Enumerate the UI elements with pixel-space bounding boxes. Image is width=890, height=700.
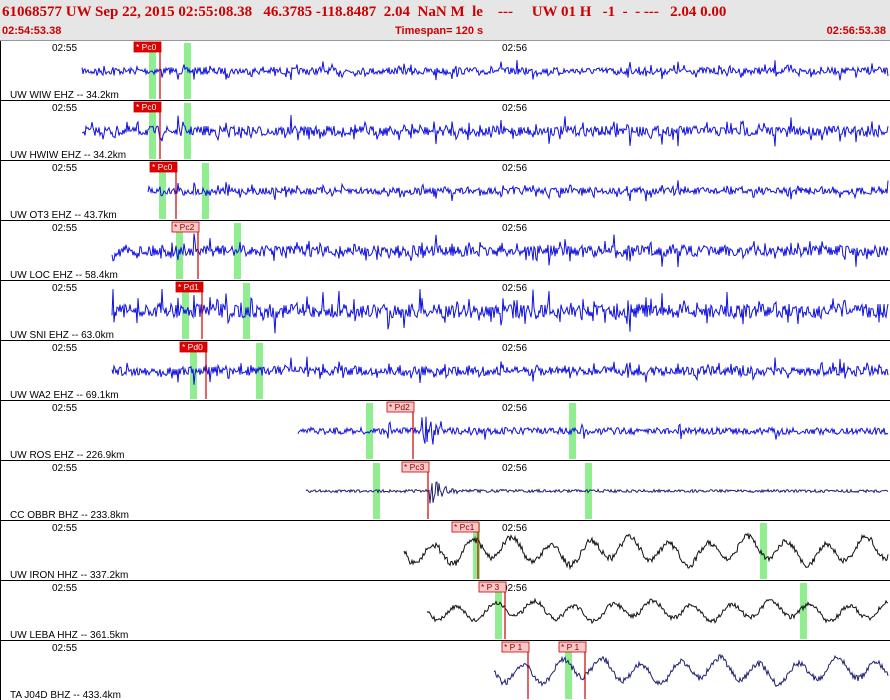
time-label: 02:55	[52, 583, 77, 594]
time-label: 02:56	[502, 343, 527, 354]
channel-row[interactable]: 02:55 02:56 * Pc1 UW IRON HHZ -- 337.2km	[0, 521, 890, 581]
time-label: 02:56	[502, 283, 527, 294]
pick-label: * P 3	[481, 582, 500, 592]
pick-label: * P 1	[561, 642, 580, 652]
time-label: 02:55	[52, 463, 77, 474]
waveform-trace	[111, 233, 889, 268]
timespan-label: Timespan= 120 s	[395, 25, 484, 37]
channel-label: UW WA2 EHZ -- 69.1km	[10, 390, 119, 401]
time-label: 02:55	[52, 103, 77, 114]
waveform-trace	[147, 180, 889, 202]
time-label: 02:55	[52, 643, 77, 654]
channel-row[interactable]: 02:55 02:56 * Pc0 UW OT3 EHZ -- 43.7km	[0, 161, 890, 221]
time-label: 02:56	[502, 403, 527, 414]
pick-label: * Pc0	[136, 102, 157, 112]
time-label: 02:56	[502, 463, 527, 474]
phase-window[interactable]	[800, 583, 807, 639]
phase-pick-marker[interactable]: * P 1	[558, 641, 587, 699]
time-label: 02:56	[502, 163, 527, 174]
time-label: 02:56	[502, 523, 527, 534]
phase-window[interactable]	[202, 163, 209, 219]
channel-label: UW OT3 EHZ -- 43.7km	[10, 210, 117, 221]
pick-label: * Pc0	[152, 162, 173, 172]
time-label: 02:55	[52, 283, 77, 294]
pick-label: * P 1	[504, 642, 523, 652]
channel-row[interactable]: 02:55 02:56 * Pd1 UW SNI EHZ -- 63.0km	[0, 281, 890, 341]
channel-row[interactable]: 02:55 02:56 * Pd2 UW ROS EHZ -- 226.9km	[0, 401, 890, 461]
pick-label: * Pd0	[182, 342, 203, 352]
waveform-trace	[305, 481, 889, 504]
end-time: 02:56:53.38	[826, 25, 886, 37]
start-time: 02:54:53.38	[2, 25, 62, 37]
channel-row[interactable]: 02:55 02:56 * Pc2 UW LOC EHZ -- 58.4km	[0, 221, 890, 281]
channel-label: UW LEBA HHZ -- 361.5km	[10, 630, 128, 641]
waveform-trace	[493, 654, 889, 688]
channel-label: TA J04D BHZ -- 433.4km	[10, 690, 121, 700]
time-label: 02:55	[52, 343, 77, 354]
time-label: 02:55	[52, 403, 77, 414]
channel-label: UW IRON HHZ -- 337.2km	[10, 570, 128, 581]
channel-label: UW HWIW EHZ -- 34.2km	[10, 150, 126, 161]
channel-row[interactable]: 02:55 02:56 * Pd0 UW WA2 EHZ -- 69.1km	[0, 341, 890, 401]
pick-label: * Pc3	[404, 462, 425, 472]
pick-label: * Pc1	[454, 522, 475, 532]
waveform-trace	[111, 356, 889, 385]
time-label: 02:55	[52, 223, 77, 234]
event-header: 61068577 UW Sep 22, 2015 02:55:08.38 46.…	[0, 0, 890, 41]
time-label: 02:56	[502, 223, 527, 234]
channel-row[interactable]: 02:5502:56* P 1* P 1TA J04D BHZ -- 433.4…	[0, 641, 890, 700]
waveform-trace	[297, 416, 889, 445]
channel-row[interactable]: 02:55 02:56 * Pc0 UW WIW EHZ -- 34.2km	[0, 41, 890, 101]
pick-label: * Pd2	[389, 402, 410, 412]
channel-row[interactable]: 02:55 02:56 * Pc0 UW HWIW EHZ -- 34.2km	[0, 101, 890, 161]
channel-row[interactable]: 02:55 02:56* P 3UW LEBA HHZ -- 361.5km	[0, 581, 890, 641]
channel-label: UW SNI EHZ -- 63.0km	[10, 330, 114, 341]
event-summary: 61068577 UW Sep 22, 2015 02:55:08.38 46.…	[2, 4, 727, 20]
channel-label: UW WIW EHZ -- 34.2km	[10, 90, 119, 101]
channel-row[interactable]: 02:55 02:56 * Pc3 CC OBBR BHZ -- 233.8km	[0, 461, 890, 521]
pick-label: * Pc0	[136, 42, 157, 52]
waveform-trace	[81, 60, 889, 81]
channel-label: UW LOC EHZ -- 58.4km	[10, 270, 118, 281]
pick-label: * Pc2	[174, 222, 195, 232]
channel-label: CC OBBR BHZ -- 233.8km	[10, 510, 129, 521]
waveform-trace	[82, 114, 889, 147]
channel-label: UW ROS EHZ -- 226.9km	[10, 450, 124, 461]
time-label: 02:56	[502, 103, 527, 114]
time-label: 02:55	[52, 43, 77, 54]
time-label: 02:55	[52, 523, 77, 534]
pick-label: * Pd1	[178, 282, 199, 292]
waveform-trace	[111, 288, 889, 334]
seismogram-panel[interactable]: 02:55 02:56* Pc0UW WIW EHZ -- 34.2km02:55…	[0, 41, 890, 700]
time-label: 02:55	[52, 163, 77, 174]
time-label: 02:56	[502, 43, 527, 54]
